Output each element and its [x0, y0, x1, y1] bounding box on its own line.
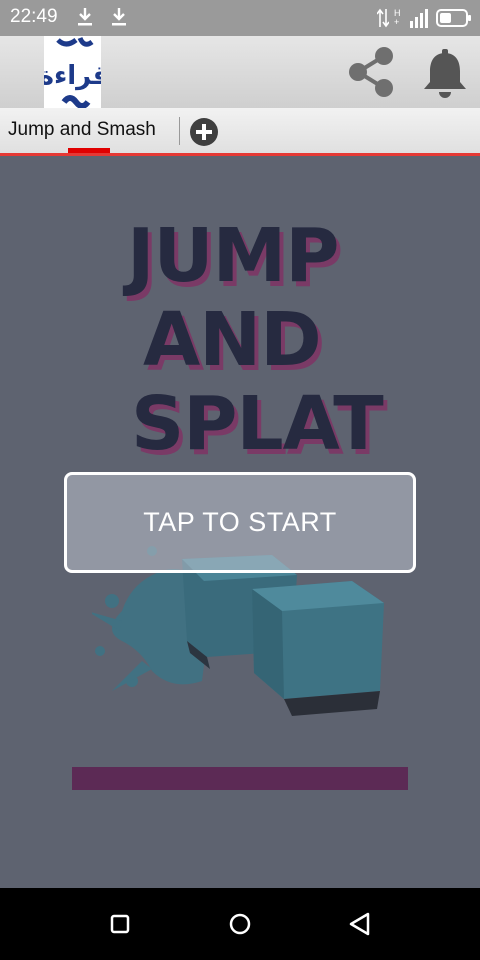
status-time: 22:49 — [10, 6, 58, 27]
tab-divider — [179, 117, 180, 145]
app-header: قراءة — [0, 36, 480, 108]
game-title-line-2: AND — [143, 297, 322, 383]
app-logo[interactable]: قراءة — [44, 36, 101, 108]
add-circle-icon — [190, 118, 218, 146]
circle-home-icon — [229, 913, 251, 935]
game-canvas[interactable]: JUMP AND SPLAT TAP TO START — [0, 159, 480, 888]
active-tab-indicator — [68, 148, 110, 153]
tab-bar: Jump and Smash — [0, 108, 480, 156]
tap-to-start-label: TAP TO START — [143, 507, 337, 537]
status-indicators: H+ — [377, 7, 472, 29]
game-title-line-1: JUMP — [127, 213, 339, 299]
game-title-line-3: SPLAT — [131, 381, 384, 467]
recents-button[interactable] — [100, 906, 140, 942]
share-button[interactable] — [344, 44, 400, 100]
signal-icon — [410, 9, 428, 28]
navigation-bar — [0, 888, 480, 960]
logo-text: قراءة — [44, 61, 101, 91]
download-icon — [78, 8, 92, 26]
square-recents-icon — [110, 914, 130, 934]
share-icon — [349, 47, 393, 97]
back-button[interactable] — [340, 906, 380, 942]
bell-icon — [424, 49, 466, 98]
progress-bar — [72, 767, 408, 790]
add-tab-button[interactable] — [189, 117, 219, 147]
tab-label: Jump and Smash — [8, 119, 156, 140]
triangle-back-icon — [349, 912, 370, 936]
battery-icon — [436, 9, 471, 27]
logo-image: قراءة — [44, 36, 101, 108]
status-bar: 22:49 H+ — [0, 0, 480, 36]
download-icon — [112, 8, 126, 26]
tap-to-start-button[interactable]: TAP TO START — [64, 472, 416, 573]
home-button[interactable] — [220, 906, 260, 942]
tab-jump-and-smash[interactable]: Jump and Smash — [0, 108, 178, 153]
notifications-button[interactable] — [418, 44, 472, 100]
cube-front — [252, 581, 384, 716]
network-type-label: H+ — [394, 8, 401, 27]
data-arrows-icon — [377, 8, 389, 28]
